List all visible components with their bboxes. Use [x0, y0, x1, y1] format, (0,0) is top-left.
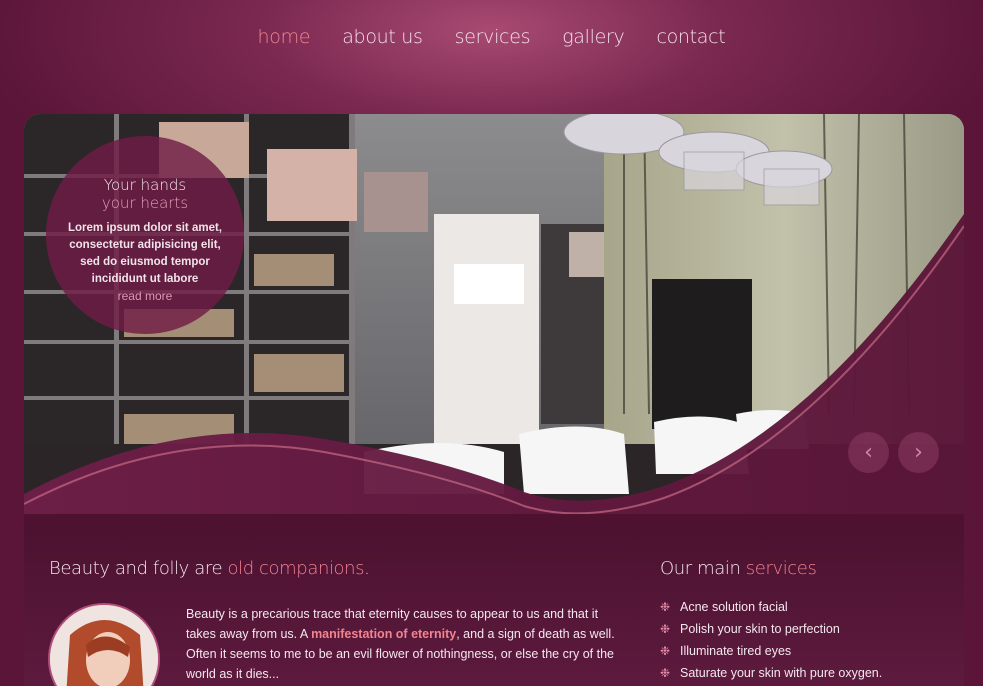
list-item[interactable]: ❉ Acne solution facial — [660, 596, 882, 618]
nav-services[interactable]: services — [439, 26, 547, 48]
next-slide-button[interactable]: › — [898, 432, 939, 473]
flower-bullet-icon: ❉ — [660, 600, 671, 614]
promo-title: Your hands — [103, 176, 187, 194]
list-item[interactable]: ❉ Polish your skin to perfection — [660, 618, 882, 640]
nav-contact[interactable]: contact — [640, 26, 741, 48]
service-label: Acne solution facial — [680, 600, 788, 614]
hero-slider: Your hands your hearts Lorem ipsum dolor… — [24, 114, 964, 526]
flower-bullet-icon: ❉ — [660, 622, 671, 636]
read-more-link[interactable]: read more — [46, 288, 244, 304]
promo-subtitle: your hearts — [101, 194, 189, 212]
about-heading: Beauty and folly are old companions. — [49, 558, 370, 579]
nav-home[interactable]: home — [242, 26, 327, 48]
list-item[interactable]: ❉ Illuminate tired eyes — [660, 640, 882, 662]
flower-bullet-icon: ❉ — [660, 644, 671, 658]
list-item[interactable]: ❉ Saturate your skin with pure oxygen. — [660, 662, 882, 684]
about-heading-accent: old companions — [227, 558, 365, 579]
service-label: Illuminate tired eyes — [680, 644, 792, 658]
prev-slide-button[interactable]: ‹ — [848, 432, 889, 473]
promo-text: Lorem ipsum dolor sit amet, consectetur … — [68, 222, 222, 285]
service-label: Polish your skin to perfection — [680, 622, 840, 636]
main-nav: home about us services gallery contact — [0, 26, 983, 48]
chevron-left-icon: ‹ — [864, 440, 873, 465]
nav-gallery[interactable]: gallery — [546, 26, 640, 48]
about-text: Beauty is a precarious trace that eterni… — [186, 604, 631, 684]
eternity-link[interactable]: manifestation of eternity — [311, 627, 456, 641]
about-heading-plain: Beauty and folly are — [49, 558, 228, 579]
services-heading-accent: services — [745, 558, 817, 579]
chevron-right-icon: › — [914, 440, 923, 465]
services-heading: Our main services — [660, 558, 817, 579]
about-heading-end: . — [364, 558, 370, 579]
services-heading-plain: Our main — [660, 558, 746, 579]
flower-bullet-icon: ❉ — [660, 666, 671, 680]
promo-circle: Your hands your hearts Lorem ipsum dolor… — [46, 136, 244, 334]
nav-about-us[interactable]: about us — [326, 26, 438, 48]
service-label: Saturate your skin with pure oxygen. — [680, 666, 883, 680]
woman-portrait — [50, 605, 158, 686]
services-list: ❉ Acne solution facial ❉ Polish your skin … — [660, 596, 882, 684]
